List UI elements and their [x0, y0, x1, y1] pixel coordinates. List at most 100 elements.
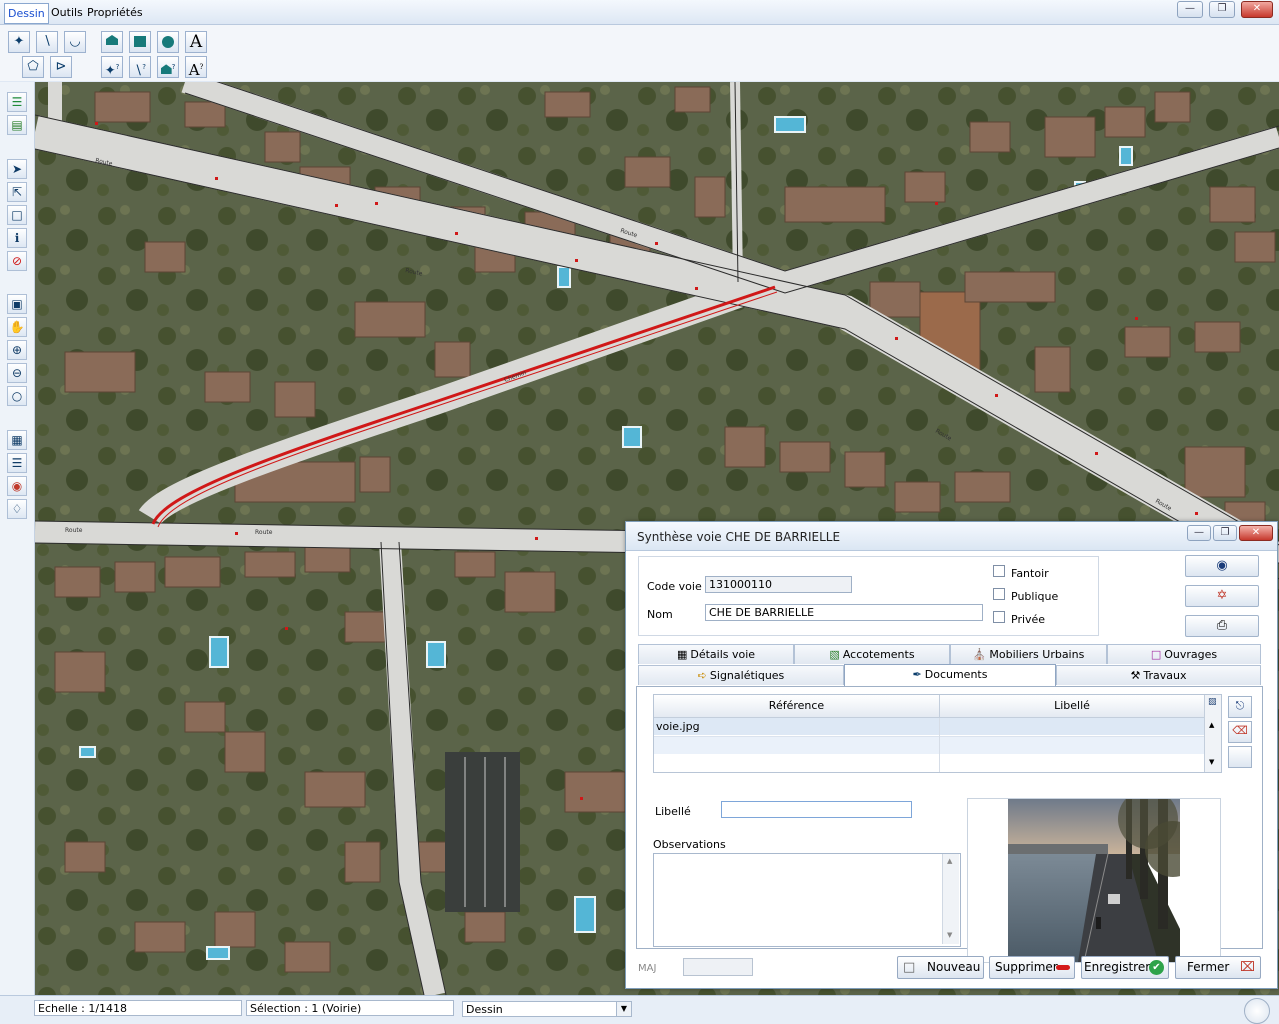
road-photo	[1008, 799, 1180, 962]
publique-checkbox[interactable]	[993, 588, 1005, 600]
delete-document-button[interactable]: ⌫	[1228, 721, 1252, 743]
table-settings-icon[interactable]: ▧	[1208, 697, 1217, 707]
menu-dessin[interactable]: Dessin	[4, 3, 49, 24]
supprimer-button[interactable]: Supprimer	[989, 956, 1075, 979]
close-button[interactable]: ✕	[1241, 1, 1273, 18]
select-info-icon[interactable]: ℹ	[7, 228, 27, 248]
privee-checkbox[interactable]	[993, 611, 1005, 623]
left-tool-panel: ☰ ▤ ➤ ⇱ □ ℹ ⊘ ▣ ✋ ⊕ ⊖ ○ ▦ ☰ ◉ ♢	[0, 82, 35, 995]
move-icon: ✡	[1216, 588, 1228, 603]
zoom-full-icon[interactable]: ○	[7, 386, 27, 406]
tab-details-voie[interactable]: ▦ Détails voie	[638, 644, 794, 664]
text-icon[interactable]: A	[185, 31, 207, 53]
pointer-icon[interactable]: ➤	[7, 159, 27, 179]
mode-select[interactable]: Dessin ▼	[462, 1001, 632, 1017]
table-cell-reference: voie.jpg	[656, 720, 700, 733]
print-button[interactable]: ⎙	[1185, 615, 1259, 637]
code-voie-label: Code voie	[647, 580, 702, 593]
clock-icon	[1244, 998, 1270, 1024]
zoom-in-icon[interactable]: ⊕	[7, 340, 27, 360]
fantoir-checkbox[interactable]	[993, 565, 1005, 577]
link-icon: ⎋	[1235, 699, 1245, 712]
column-divider	[939, 718, 940, 772]
documents-table: Référence Libellé voie.jpg ▧ ▲ ▼	[653, 694, 1222, 773]
blank-tool-button[interactable]	[1228, 746, 1252, 768]
restore-button[interactable]: ❐	[1209, 1, 1235, 18]
scroll-down-icon[interactable]: ▼	[947, 931, 952, 939]
line-icon[interactable]: ∖	[36, 31, 58, 53]
locate-button[interactable]: ✡	[1185, 585, 1259, 607]
libelle-field[interactable]	[721, 801, 912, 818]
road-label: Route	[255, 529, 273, 536]
table-scrollbar[interactable]: ▧ ▲ ▼	[1204, 695, 1221, 772]
tab-travaux[interactable]: ⚒ Travaux	[1056, 665, 1261, 685]
scale-field: Echelle : 1/1418	[34, 1000, 242, 1016]
scroll-down-icon[interactable]: ▼	[1209, 758, 1214, 766]
node-icon[interactable]: ⊳	[50, 56, 72, 78]
minimize-button[interactable]: —	[1177, 1, 1203, 18]
menu-proprietes[interactable]: Propriétés	[87, 6, 143, 19]
zoom-out-icon[interactable]: ⊖	[7, 363, 27, 383]
column-header-libelle[interactable]: Libellé	[940, 695, 1204, 718]
table-row	[654, 736, 1204, 754]
circle-icon[interactable]	[157, 31, 179, 53]
line-question-icon[interactable]: ∖?	[129, 56, 151, 78]
nom-field[interactable]: CHE DE BARRIELLE	[705, 604, 983, 621]
report-icon[interactable]: ▦	[7, 430, 27, 450]
mode-select-value: Dessin	[466, 1003, 503, 1016]
select-arrow-icon[interactable]: ✦	[8, 31, 30, 53]
text-question-icon[interactable]: A?	[185, 56, 207, 79]
tab-accotements[interactable]: ▧ Accotements	[794, 644, 950, 664]
dialog-title: Synthèse voie CHE DE BARRIELLE	[637, 530, 841, 544]
eye-icon: ◉	[1216, 558, 1228, 573]
bench-icon: ⛪	[972, 648, 987, 661]
objects-icon[interactable]: ♢	[7, 499, 27, 519]
view-button[interactable]: ◉	[1185, 555, 1259, 577]
nouveau-button[interactable]: □ Nouveau	[897, 956, 984, 979]
code-voie-field[interactable]: 131000110	[705, 576, 852, 593]
rectangle-icon[interactable]	[129, 31, 151, 53]
no-entry-icon[interactable]: ⊘	[7, 251, 27, 271]
privee-label: Privée	[1011, 613, 1046, 626]
tab-mobiliers-urbains[interactable]: ⛪ Mobiliers Urbains	[950, 644, 1107, 664]
tab-signaletiques[interactable]: ➪ Signalétiques	[638, 665, 844, 685]
layers-icon[interactable]: ☰	[7, 92, 27, 112]
polygon-icon[interactable]	[101, 31, 123, 53]
publique-label: Publique	[1011, 590, 1059, 603]
synthese-voie-dialog: Synthèse voie CHE DE BARRIELLE — ❐ ✕ Cod…	[625, 521, 1278, 989]
list-icon[interactable]: ☰	[7, 453, 27, 473]
tab-ouvrages[interactable]: □ Ouvrages	[1107, 644, 1261, 664]
zoom-window-icon[interactable]: ▣	[7, 294, 27, 314]
tab-documents[interactable]: ✒ Documents	[844, 664, 1056, 687]
road-icon: ▧	[829, 648, 840, 661]
observations-field[interactable]	[653, 853, 961, 947]
scroll-up-icon[interactable]: ▲	[947, 857, 952, 865]
chevron-down-icon[interactable]: ▼	[616, 1002, 631, 1016]
printer-icon: ⎙	[1216, 618, 1228, 633]
pan-hand-icon[interactable]: ✋	[7, 317, 27, 337]
bridge-icon: □	[1150, 648, 1162, 661]
minus-icon	[1056, 965, 1070, 970]
layer-stack-icon[interactable]: ▤	[7, 115, 27, 135]
dialog-restore-button[interactable]: ❐	[1213, 525, 1237, 541]
select-rect-icon[interactable]: □	[7, 205, 27, 225]
color-wheel-icon[interactable]: ◉	[7, 476, 27, 496]
polygon-edit-icon[interactable]: ⬠	[22, 56, 44, 78]
observations-scrollbar[interactable]: ▲ ▼	[942, 854, 959, 944]
pen-icon: ✒	[912, 668, 922, 681]
dialog-minimize-button[interactable]: —	[1187, 525, 1211, 541]
scroll-up-icon[interactable]: ▲	[1209, 721, 1214, 729]
road-label: Route	[65, 527, 83, 534]
menu-outils[interactable]: Outils	[51, 6, 83, 19]
column-header-reference[interactable]: Référence	[654, 695, 940, 718]
polyline-icon[interactable]: ◡	[64, 31, 86, 53]
select-question-icon[interactable]: ✦?	[101, 56, 123, 78]
polygon-question-icon[interactable]: ?	[157, 56, 179, 78]
nom-label: Nom	[647, 608, 673, 621]
enregistrer-button[interactable]: Enregistrer ✔	[1081, 956, 1169, 979]
fermer-button[interactable]: Fermer ⌧	[1175, 956, 1261, 979]
open-document-button[interactable]: ⎋	[1228, 696, 1252, 718]
select-point-icon[interactable]: ⇱	[7, 182, 27, 202]
dialog-close-button[interactable]: ✕	[1239, 525, 1273, 541]
table-row[interactable]: voie.jpg	[654, 718, 1204, 735]
